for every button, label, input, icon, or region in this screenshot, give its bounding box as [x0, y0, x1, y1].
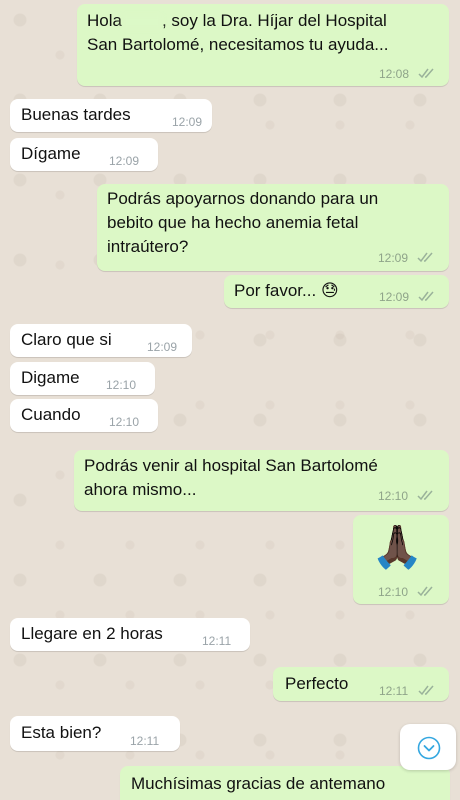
message-text: Podrás apoyarnos donando para un — [107, 189, 379, 208]
message-time: 12:09 — [109, 154, 140, 168]
incoming-message[interactable]: Claro que si 12:09 — [10, 324, 192, 357]
message-time: 12:11 — [379, 684, 409, 698]
read-ticks-icon — [417, 490, 433, 501]
outgoing-message[interactable]: 🙏🏿 12:10 — [353, 515, 449, 604]
read-ticks-icon — [418, 291, 434, 302]
read-ticks-icon — [418, 685, 434, 696]
redacted-name — [121, 14, 162, 29]
message-text: Muchísimas gracias de antemano — [131, 774, 386, 793]
message-time: 12:10 — [106, 378, 137, 392]
message-time: 12:10 — [378, 489, 409, 503]
message-time: 12:09 — [172, 115, 203, 129]
incoming-message[interactable]: Dígame 12:09 — [10, 138, 158, 171]
praying-hands-icon: 🙏🏿 — [371, 523, 424, 570]
outgoing-message[interactable]: Perfecto 12:11 — [273, 667, 449, 701]
message-time: 12:10 — [378, 585, 409, 599]
message-time: 12:10 — [109, 415, 140, 429]
message-time: 12:11 — [202, 634, 232, 648]
message-time: 12:08 — [379, 67, 410, 81]
sad-sweat-emoji-icon: 😓 — [320, 281, 339, 300]
message-time: 12:09 — [379, 290, 410, 304]
message-time: 12:11 — [130, 734, 160, 748]
read-ticks-icon — [417, 252, 433, 263]
message-text: Por favor... 😓 — [234, 281, 339, 300]
read-ticks-icon — [418, 68, 434, 79]
outgoing-message[interactable]: Podrás apoyarnos donando para un bebito … — [97, 184, 449, 271]
incoming-message[interactable]: Buenas tardes 12:09 — [10, 99, 212, 132]
read-ticks-icon — [417, 586, 433, 597]
message-time: 12:09 — [378, 251, 409, 265]
incoming-message[interactable]: Cuando 12:10 — [10, 399, 158, 432]
message-text: bebito que ha hecho anemia fetal — [107, 213, 359, 232]
incoming-message[interactable]: Esta bien? 12:11 — [10, 716, 180, 751]
message-text: Hola, soy la Dra. Híjar del Hospital — [87, 11, 387, 30]
message-text: Podrás venir al hospital San Bartolomé — [84, 456, 378, 475]
outgoing-message[interactable]: Muchísimas gracias de antemano — [120, 766, 450, 800]
message-text: San Bartolomé, necesitamos tu ayuda... — [87, 35, 389, 54]
incoming-message[interactable]: Digame 12:10 — [10, 362, 155, 395]
outgoing-message[interactable]: Podrás venir al hospital San Bartolomé a… — [74, 450, 449, 511]
incoming-message[interactable]: Llegare en 2 horas 12:11 — [10, 618, 250, 651]
outgoing-message[interactable]: Por favor... 😓 12:09 — [224, 275, 449, 308]
message-time: 12:09 — [147, 340, 178, 354]
scroll-to-bottom-button[interactable] — [400, 724, 456, 770]
outgoing-message[interactable]: Hola, soy la Dra. Híjar del Hospital San… — [77, 4, 449, 86]
chevron-down-icon — [417, 736, 441, 760]
